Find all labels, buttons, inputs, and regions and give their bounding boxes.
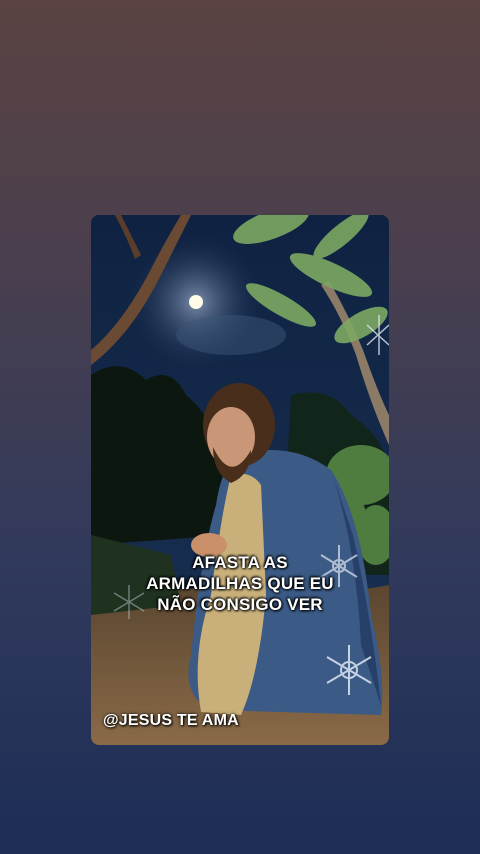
watermark-handle: @JESUS TE AMA	[103, 712, 239, 729]
caption-line: ARMADILHAS QUE EU	[146, 574, 334, 593]
caption-text: AFASTA AS ARMADILHAS QUE EU NÃO CONSIGO …	[91, 552, 389, 615]
caption-line: AFASTA AS	[192, 553, 288, 572]
caption-line: NÃO CONSIGO VER	[157, 595, 323, 614]
prayer-illustration	[91, 215, 389, 745]
moon-icon	[189, 295, 203, 309]
post-image-card[interactable]: AFASTA AS ARMADILHAS QUE EU NÃO CONSIGO …	[91, 215, 389, 745]
